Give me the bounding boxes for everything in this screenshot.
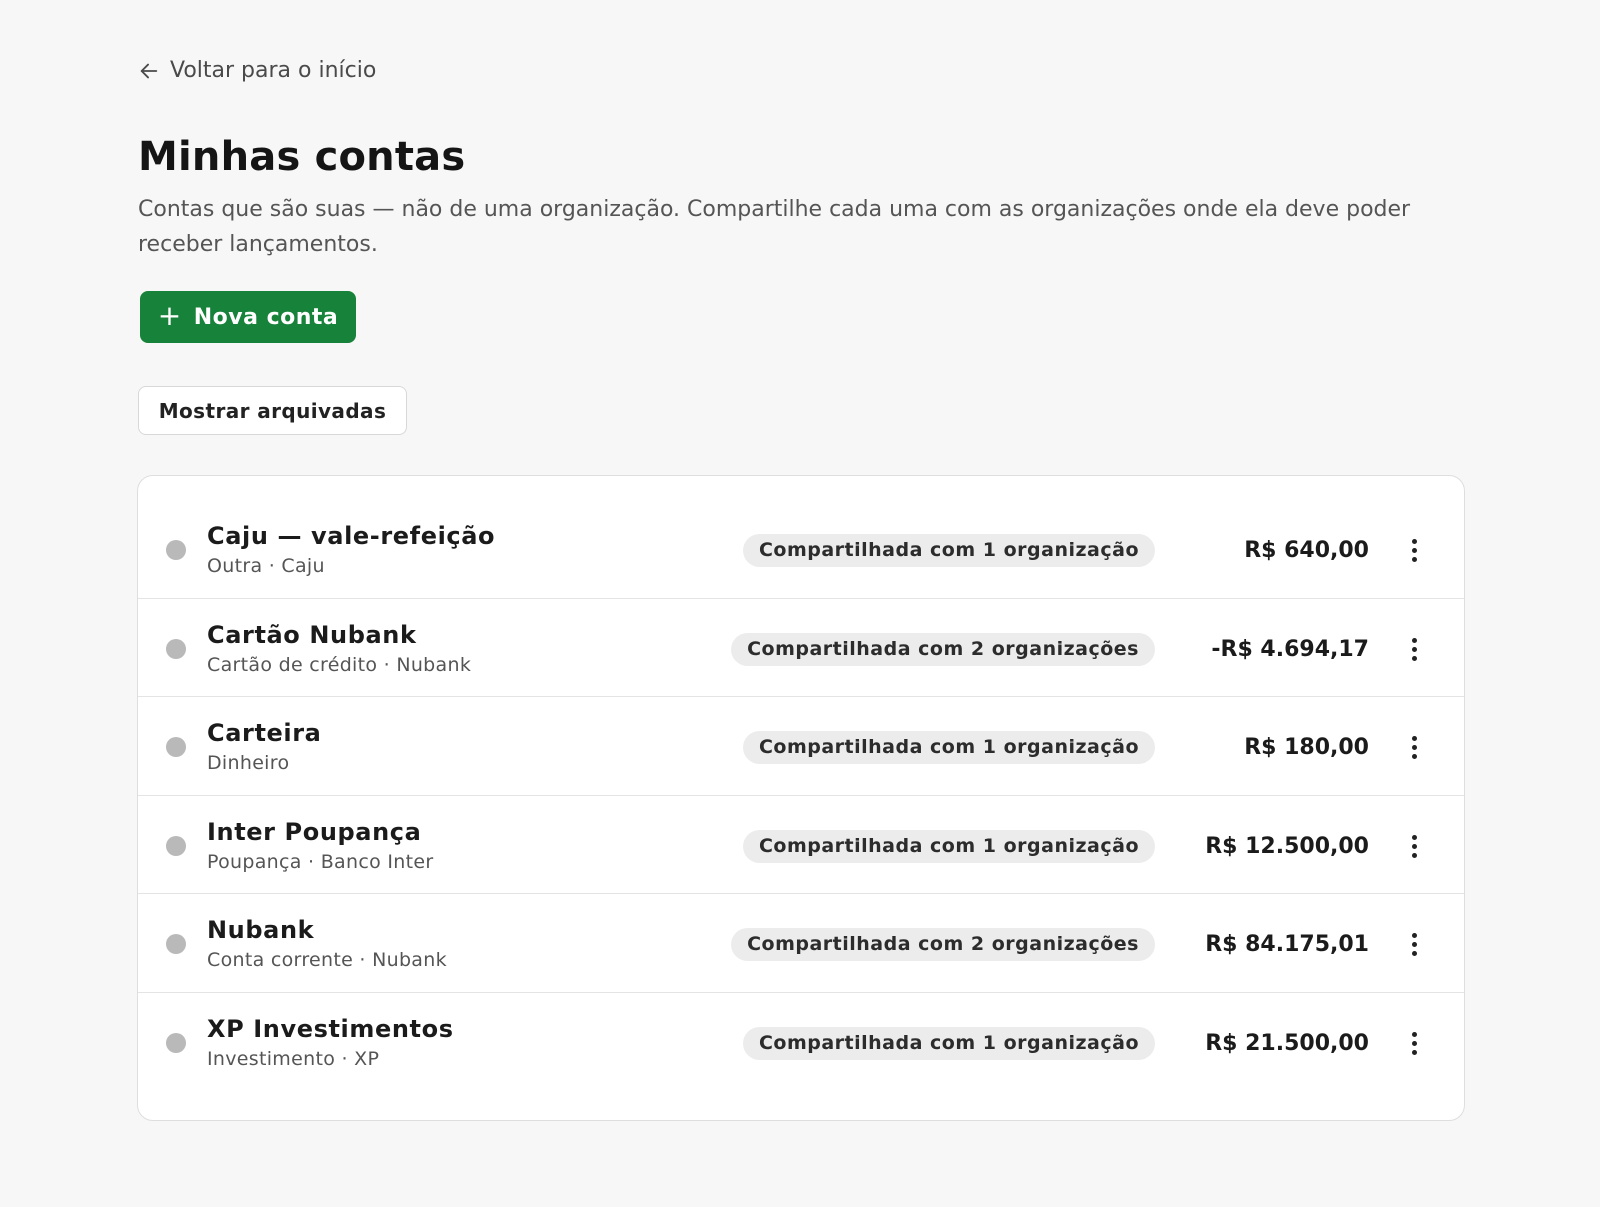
page-title: Minhas contas (138, 134, 466, 180)
account-row[interactable]: XP Investimentos Investimento · XP Compa… (138, 993, 1464, 1092)
account-subtitle: Outra · Caju (207, 555, 325, 577)
account-row[interactable]: Inter Poupança Poupança · Banco Inter Co… (138, 796, 1464, 894)
status-dot (166, 737, 186, 757)
account-balance: R$ 640,00 (1244, 538, 1369, 563)
account-subtitle: Conta corrente · Nubank (207, 949, 447, 971)
account-subtitle: Cartão de crédito · Nubank (207, 653, 472, 676)
account-balance: R$ 21.500,00 (1205, 1030, 1369, 1056)
account-row[interactable]: Caju — vale-refeição Outra · Caju Compar… (138, 500, 1464, 599)
status-dot (166, 835, 186, 856)
more-options-icon[interactable] (1402, 633, 1426, 666)
more-options-icon[interactable] (1402, 534, 1426, 567)
shared-badge: Compartilhada com 1 organização (742, 829, 1155, 863)
account-balance: R$ 84.175,01 (1205, 932, 1369, 957)
accounts-list: Caju — vale-refeição Outra · Caju Compar… (137, 475, 1465, 1121)
back-link-label: Voltar para o início (170, 58, 377, 83)
page-description: Contas que são suas — não de uma organiz… (138, 197, 1411, 257)
shared-badge: Compartilhada com 1 organização (742, 1026, 1155, 1060)
show-archived-button[interactable]: Mostrar arquivadas (138, 386, 407, 435)
account-name: Carteira (207, 719, 322, 747)
account-row[interactable]: Carteira Dinheiro Compartilhada com 1 or… (138, 697, 1464, 796)
more-options-icon[interactable] (1402, 830, 1426, 863)
account-subtitle: Investimento · XP (207, 1047, 380, 1070)
account-balance: R$ 12.500,00 (1205, 833, 1369, 859)
back-link[interactable]: Voltar para o início (138, 58, 376, 83)
shared-badge: Compartilhada com 2 organizações (731, 632, 1155, 666)
account-row[interactable]: Nubank Conta corrente · Nubank Compartil… (138, 894, 1464, 993)
arrow-left-icon (140, 63, 158, 78)
account-name: XP Investimentos (207, 1014, 454, 1043)
more-options-icon[interactable] (1402, 731, 1426, 764)
plus-icon: + (157, 298, 182, 332)
shared-badge: Compartilhada com 1 organização (742, 534, 1155, 567)
account-balance: -R$ 4.694,17 (1211, 636, 1369, 662)
account-row[interactable]: Cartão Nubank Cartão de crédito · Nubank… (138, 599, 1464, 697)
status-dot (166, 540, 186, 560)
status-dot (166, 1032, 186, 1053)
account-subtitle: Poupança · Banco Inter (207, 850, 434, 873)
more-options-icon[interactable] (1402, 1027, 1426, 1060)
account-name: Nubank (207, 916, 315, 944)
account-balance: R$ 180,00 (1244, 735, 1369, 760)
account-name: Cartão Nubank (207, 620, 417, 649)
new-account-label: Nova conta (193, 304, 339, 330)
page: Voltar para o início Minhas contas Conta… (0, 0, 1600, 1207)
account-name: Caju — vale-refeição (207, 522, 496, 550)
account-subtitle: Dinheiro (207, 752, 290, 774)
status-dot (166, 638, 186, 659)
shared-badge: Compartilhada com 2 organizações (731, 928, 1155, 961)
status-dot (166, 934, 186, 954)
more-options-icon[interactable] (1402, 928, 1426, 961)
account-name: Inter Poupança (207, 817, 422, 846)
new-account-button[interactable]: + Nova conta (140, 291, 356, 343)
shared-badge: Compartilhada com 1 organização (742, 731, 1155, 764)
